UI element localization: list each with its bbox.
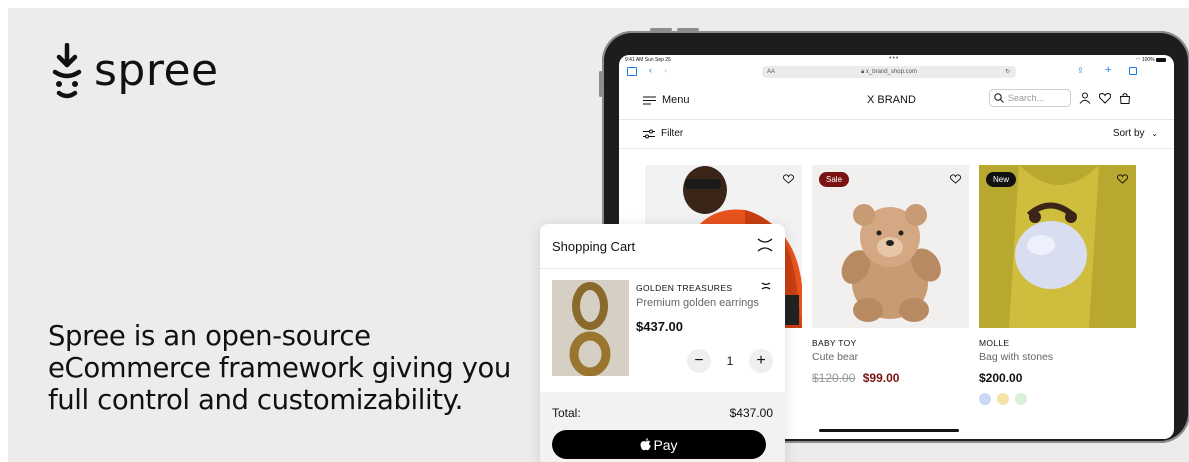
promo-banner: spree Spree is an open-source eCommerce … bbox=[8, 8, 1189, 462]
shopping-cart-panel: Shopping Cart GOLDEN TREASURES Premium g… bbox=[540, 224, 785, 462]
lock-icon: 🔒︎ bbox=[861, 69, 865, 75]
forward-icon[interactable]: › bbox=[664, 65, 667, 75]
product-card[interactable]: Sale BABY TOY Cute bear $120.00 $99.00 bbox=[812, 165, 969, 385]
remove-item-icon[interactable] bbox=[761, 282, 771, 290]
logo-wordmark: spree bbox=[94, 45, 219, 96]
spree-logo-icon bbox=[52, 43, 82, 99]
cart-title: Shopping Cart bbox=[552, 239, 636, 254]
filter-button[interactable]: Filter bbox=[643, 128, 683, 139]
color-swatch[interactable] bbox=[979, 393, 991, 405]
url-text: x_brand_shop.com bbox=[865, 69, 917, 75]
menu-label: Menu bbox=[662, 94, 690, 106]
search-icon bbox=[994, 93, 1004, 103]
teddy-bear-photo bbox=[841, 204, 941, 322]
cart-item-image[interactable] bbox=[552, 280, 629, 377]
bag-photo bbox=[979, 165, 1136, 328]
volume-button bbox=[650, 28, 672, 31]
store-brand[interactable]: X BRAND bbox=[867, 94, 916, 106]
cart-item: GOLDEN TREASURES Premium golden earrings… bbox=[552, 280, 773, 380]
filter-bar: Filter Sort by ⌄ bbox=[619, 120, 1174, 149]
cart-footer: Total: $437.00 Pay bbox=[540, 392, 785, 462]
filter-label: Filter bbox=[661, 128, 684, 139]
filter-icon bbox=[643, 129, 655, 138]
power-button bbox=[599, 71, 602, 97]
menu-button[interactable]: Menu bbox=[643, 94, 690, 106]
search-placeholder: Search... bbox=[1008, 93, 1045, 103]
address-bar[interactable]: AA 🔒︎ x_brand_shop.com ↻ bbox=[762, 66, 1016, 78]
sort-label: Sort by bbox=[1112, 128, 1145, 139]
wishlist-heart-icon[interactable] bbox=[950, 174, 961, 184]
apple-icon bbox=[640, 438, 652, 451]
product-image-bag[interactable]: New bbox=[979, 165, 1136, 328]
battery-label: 100% bbox=[1141, 57, 1155, 63]
sort-button[interactable]: Sort by ⌄ bbox=[1113, 128, 1158, 139]
share-icon[interactable]: ⇪ bbox=[1077, 66, 1084, 75]
hamburger-icon bbox=[643, 96, 656, 104]
chevron-down-icon: ⌄ bbox=[1151, 129, 1158, 138]
status-battery: ◠ 100% bbox=[1136, 57, 1166, 63]
decrement-button[interactable]: − bbox=[687, 349, 711, 373]
product-title[interactable]: BABY TOY bbox=[812, 338, 969, 348]
product-card[interactable]: New MOLLE Bag with stones $200.00 bbox=[979, 165, 1136, 405]
wishlist-icon[interactable] bbox=[1099, 92, 1111, 104]
store-header: Menu X BRAND Search... bbox=[619, 81, 1174, 120]
total-value: $437.00 bbox=[729, 406, 773, 420]
account-icon[interactable] bbox=[1079, 92, 1091, 104]
new-badge: New bbox=[986, 172, 1017, 187]
apple-pay-button[interactable]: Pay bbox=[552, 430, 766, 459]
color-swatches bbox=[979, 393, 1136, 405]
product-description: Cute bear bbox=[812, 351, 859, 363]
color-swatch[interactable] bbox=[997, 393, 1009, 405]
header-icons bbox=[1079, 92, 1131, 104]
bag-icon[interactable] bbox=[1119, 92, 1131, 104]
quantity-value: 1 bbox=[726, 354, 734, 368]
status-time: 9:41 AM Sun Sep 25 bbox=[625, 57, 671, 63]
product-price: $120.00 $99.00 bbox=[812, 371, 969, 385]
total-label: Total: bbox=[552, 406, 581, 420]
close-icon[interactable] bbox=[757, 238, 773, 252]
battery-icon bbox=[1156, 57, 1166, 62]
increment-button[interactable]: + bbox=[749, 349, 773, 373]
tabs-icon[interactable] bbox=[1129, 67, 1137, 75]
wishlist-heart-icon[interactable] bbox=[783, 174, 794, 184]
reload-icon[interactable]: ↻ bbox=[1005, 66, 1010, 78]
spree-logo[interactable]: spree bbox=[50, 43, 219, 99]
status-dots: ••• bbox=[889, 55, 900, 62]
cart-item-description: Premium golden earrings bbox=[636, 297, 759, 309]
safari-toolbar: ‹ › AA 🔒︎ x_brand_shop.com ↻ ⇪ + bbox=[619, 64, 1174, 81]
product-title[interactable]: MOLLE bbox=[979, 338, 1136, 348]
earrings-photo bbox=[552, 280, 629, 377]
store-search-input[interactable]: Search... bbox=[989, 89, 1071, 107]
sale-badge: Sale bbox=[819, 172, 850, 187]
wishlist-heart-icon[interactable] bbox=[1117, 174, 1128, 184]
back-icon[interactable]: ‹ bbox=[649, 65, 652, 75]
cart-header: Shopping Cart bbox=[540, 224, 785, 269]
text-size-button[interactable]: AA bbox=[767, 66, 775, 78]
cart-item-price: $437.00 bbox=[636, 319, 683, 334]
color-swatch[interactable] bbox=[1015, 393, 1027, 405]
tagline: Spree is an open-source eCommerce framew… bbox=[48, 320, 511, 416]
cart-item-name: GOLDEN TREASURES bbox=[636, 283, 733, 293]
new-tab-icon[interactable]: + bbox=[1105, 64, 1111, 76]
wifi-icon: ◠ bbox=[1136, 57, 1141, 63]
product-description: Bag with stones bbox=[979, 351, 1054, 363]
sale-price: $99.00 bbox=[862, 371, 900, 385]
sidebar-icon[interactable] bbox=[627, 67, 637, 76]
product-price: $200.00 bbox=[979, 371, 1023, 385]
status-bar: 9:41 AM Sun Sep 25 ••• ◠ 100% bbox=[619, 55, 1174, 65]
product-image-bear[interactable]: Sale bbox=[812, 165, 969, 328]
quantity-stepper: − 1 + bbox=[687, 348, 773, 374]
pay-label: Pay bbox=[653, 436, 678, 453]
home-indicator bbox=[819, 429, 959, 432]
volume-button bbox=[677, 28, 699, 31]
original-price: $120.00 bbox=[812, 371, 856, 385]
